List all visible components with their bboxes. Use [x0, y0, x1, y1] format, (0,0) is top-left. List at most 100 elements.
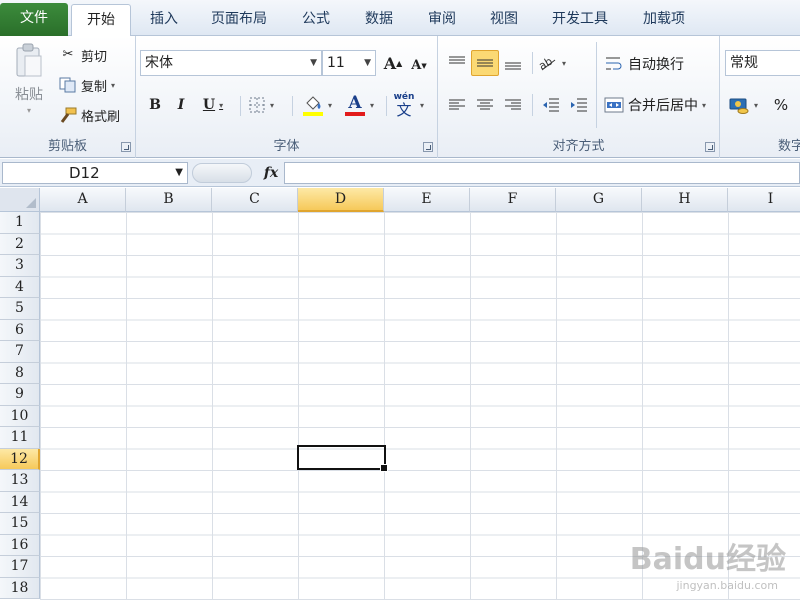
row-header-17[interactable]: 17: [0, 556, 40, 578]
orientation-dropdown-icon[interactable]: ▾: [562, 59, 566, 68]
align-right-button[interactable]: [500, 92, 526, 118]
phonetic-button[interactable]: wén 文 ▾: [392, 92, 432, 118]
row-header-12[interactable]: 12: [0, 448, 40, 470]
row-header-18[interactable]: 18: [0, 577, 40, 599]
row-header-14[interactable]: 14: [0, 491, 40, 513]
row-header-16[interactable]: 16: [0, 534, 40, 556]
accounting-dropdown-icon[interactable]: ▾: [754, 101, 758, 110]
grow-font-icon: A: [383, 53, 397, 73]
number-format-combo[interactable]: 常规: [725, 50, 800, 76]
italic-icon: I: [177, 97, 185, 113]
row-header-11[interactable]: 11: [0, 427, 40, 449]
name-box-dropdown-icon[interactable]: ▼: [175, 163, 183, 183]
borders-dropdown-icon[interactable]: ▾: [270, 101, 274, 110]
underline-dropdown-icon[interactable]: ▾: [219, 100, 223, 110]
name-box[interactable]: D12 ▼: [2, 162, 188, 184]
formula-input[interactable]: [284, 162, 800, 184]
row-header-15[interactable]: 15: [0, 513, 40, 535]
align-top-button[interactable]: [444, 50, 470, 76]
fill-color-button[interactable]: ▾: [302, 92, 342, 118]
align-middle-button[interactable]: [471, 50, 499, 76]
copy-button[interactable]: 复制 ▾: [58, 74, 115, 96]
align-left-button[interactable]: [444, 92, 470, 118]
font-color-button[interactable]: A ▾: [344, 92, 384, 118]
merge-center-dropdown-icon[interactable]: ▾: [702, 101, 706, 110]
paste-dropdown-icon[interactable]: ▾: [27, 106, 31, 115]
column-header-e[interactable]: E: [384, 188, 470, 212]
column-header-h[interactable]: H: [642, 188, 728, 212]
tab-home[interactable]: 开始: [71, 4, 131, 37]
shrink-font-button[interactable]: A ▼: [408, 54, 430, 76]
paste-icon: [16, 43, 42, 77]
column-header-c[interactable]: C: [212, 188, 298, 212]
tab-review[interactable]: 审阅: [414, 4, 470, 36]
scissors-icon: ✂: [62, 47, 74, 62]
column-header-d[interactable]: D: [298, 188, 384, 212]
column-header-b[interactable]: B: [126, 188, 212, 212]
column-header-i[interactable]: I: [728, 188, 800, 212]
row-header-8[interactable]: 8: [0, 362, 40, 384]
row-header-9[interactable]: 9: [0, 384, 40, 406]
clipboard-dialog-launcher[interactable]: [121, 142, 131, 152]
select-all-corner[interactable]: [0, 188, 40, 212]
row-header-7[interactable]: 7: [0, 341, 40, 363]
formula-bar: D12 ▼ fx: [0, 159, 800, 187]
font-dialog-launcher[interactable]: [423, 142, 433, 152]
format-painter-button[interactable]: 格式刷: [58, 104, 120, 126]
decrease-indent-button[interactable]: [538, 92, 564, 118]
tab-insert[interactable]: 插入: [138, 4, 190, 36]
tab-page-layout[interactable]: 页面布局: [196, 4, 282, 36]
phonetic-dropdown-icon[interactable]: ▾: [420, 101, 424, 110]
row-header-4[interactable]: 4: [0, 276, 40, 298]
insert-function-button[interactable]: fx: [260, 162, 282, 184]
cut-button[interactable]: ✂ 剪切: [58, 44, 107, 66]
font-separator-3: [386, 96, 387, 116]
font-size-combo[interactable]: 11 ▼: [322, 50, 376, 76]
orientation-button[interactable]: ab ▾: [538, 50, 574, 76]
row-header-1[interactable]: 1: [0, 212, 40, 234]
row-header-5[interactable]: 5: [0, 298, 40, 320]
font-name-combo[interactable]: 宋体 ▼: [140, 50, 322, 76]
percent-button[interactable]: %: [770, 94, 792, 116]
bold-button[interactable]: B: [144, 94, 166, 116]
row-header-6[interactable]: 6: [0, 319, 40, 341]
paste-button[interactable]: 粘贴 ▾: [8, 42, 50, 122]
formula-bar-splitter[interactable]: [192, 163, 252, 183]
alignment-dialog-launcher[interactable]: [705, 142, 715, 152]
copy-dropdown-icon[interactable]: ▾: [111, 81, 115, 90]
align-bottom-button[interactable]: [500, 50, 526, 76]
worksheet-grid: ABCDEFGHI 1 2 3 4 5 6 7 8 9 10 11 12 13 14 15 16 17 18 Ba…: [0, 188, 800, 600]
font-color-dropdown-icon[interactable]: ▾: [370, 101, 374, 110]
font-size-dropdown-icon[interactable]: ▼: [364, 51, 371, 75]
row-header-10[interactable]: 10: [0, 405, 40, 427]
tab-formulas[interactable]: 公式: [288, 4, 344, 36]
column-header-f[interactable]: F: [470, 188, 556, 212]
grow-font-button[interactable]: A ▲: [382, 52, 404, 74]
wrap-text-button[interactable]: 自动换行: [604, 52, 684, 76]
tab-developer[interactable]: 开发工具: [538, 4, 622, 36]
font-name-dropdown-icon[interactable]: ▼: [310, 51, 317, 75]
column-header-a[interactable]: A: [40, 188, 126, 212]
borders-button[interactable]: ▾: [248, 94, 286, 116]
accounting-format-button[interactable]: ▾: [728, 92, 766, 118]
fill-color-dropdown-icon[interactable]: ▾: [328, 101, 332, 110]
row-header-3[interactable]: 3: [0, 255, 40, 277]
tab-data[interactable]: 数据: [350, 4, 408, 36]
italic-button[interactable]: I: [170, 94, 192, 116]
ribbon-tab-strip: 文件 开始 插入 页面布局 公式 数据 审阅 视图 开发工具 加载项: [0, 0, 800, 37]
align-center-button[interactable]: [472, 92, 498, 118]
increase-indent-button[interactable]: [566, 92, 592, 118]
currency-icon: [729, 98, 749, 114]
tab-view[interactable]: 视图: [476, 4, 532, 36]
alignment-group: ab ▾ 自动换行 合并后居中 ▾ 对齐方式: [438, 36, 720, 158]
wrap-text-label: 自动换行: [628, 57, 684, 73]
alignment-separator: [532, 52, 533, 74]
row-header-13[interactable]: 13: [0, 470, 40, 492]
tab-file[interactable]: 文件: [0, 3, 68, 36]
column-header-g[interactable]: G: [556, 188, 642, 212]
underline-button[interactable]: U ▾: [196, 94, 230, 116]
row-header-2[interactable]: 2: [0, 233, 40, 255]
tab-addins[interactable]: 加载项: [630, 4, 698, 36]
merge-center-button[interactable]: 合并后居中 ▾: [604, 92, 706, 118]
active-cell-d12[interactable]: [297, 445, 388, 472]
